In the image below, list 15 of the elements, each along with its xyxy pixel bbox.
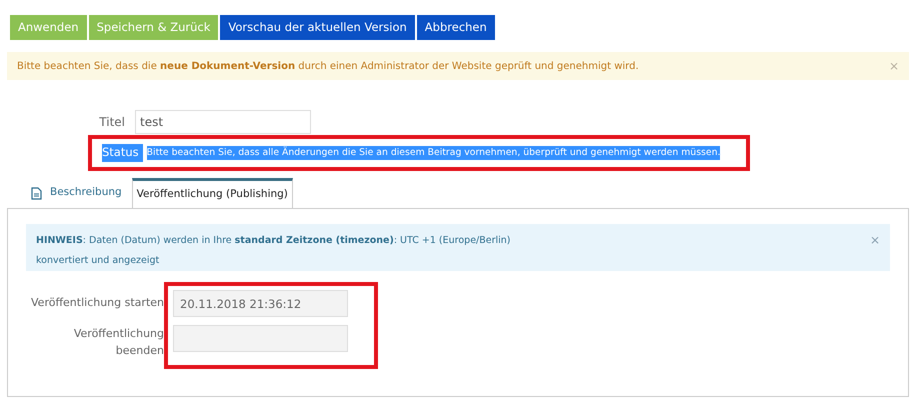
date-input[interactable]: 20.11.2018 21:36:12 (173, 290, 348, 317)
title-label: Titel (98, 114, 126, 131)
toolbar-button[interactable]: Vorschau der aktuellen Version (220, 15, 415, 40)
field-label: Veröffentlichung starten (30, 295, 164, 311)
status-text: Bitte beachten Sie, dass alle Änderungen die Sie an diesem Beitrag vornehmen, überprüft und genehmigt werden müssen. (146, 146, 720, 160)
title-input[interactable]: test (135, 110, 311, 134)
tab[interactable]: Beschreibung (27, 178, 126, 208)
toolbar-button[interactable]: Abbrechen (416, 15, 495, 40)
date-input[interactable] (173, 325, 348, 352)
info-text: HINWEIS: Daten (Datum) werden in Ihre standard Zeitzone (timezone): UTC +1 (Europe/Berlin) konvertiert und angezeigt (36, 234, 512, 268)
field-label: Veröffentlichung beenden (72, 326, 164, 359)
tab[interactable]: Veröffentlichung (Publishing) (132, 178, 293, 208)
document-icon (31, 186, 42, 200)
status-label: Status (102, 144, 143, 162)
warning-text: Bitte beachten Sie, dass die neue Dokument-Version durch einen Administrator der Website geprüft und genehmigt wird. (17, 60, 639, 74)
